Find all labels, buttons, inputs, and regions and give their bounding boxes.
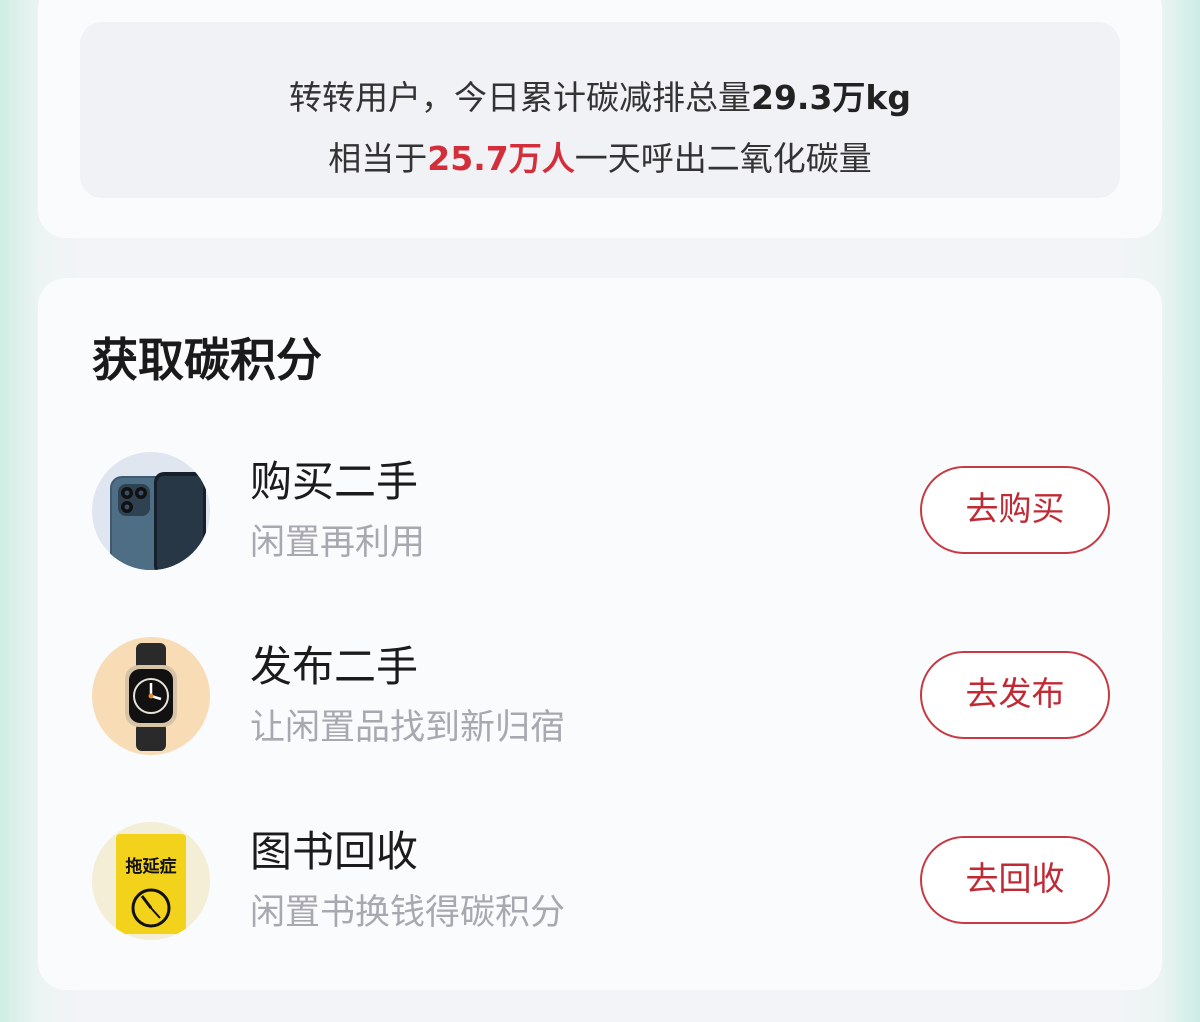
- list-item-book-recycle: 拖延症 图书回收 闲置书换钱得碳积分 去回收: [0, 820, 1200, 950]
- go-publish-button[interactable]: 去发布: [920, 651, 1110, 739]
- stats-total-value: 29.3万kg: [751, 78, 911, 117]
- watch-icon: [92, 637, 210, 755]
- item-subtitle: 闲置再利用: [250, 523, 426, 563]
- section-title: 获取碳积分: [92, 333, 322, 387]
- stats-total-label: 转转用户，今日累计碳减排总量: [289, 78, 751, 117]
- go-buy-button[interactable]: 去购买: [920, 466, 1110, 554]
- item-title: 购买二手: [250, 457, 419, 506]
- go-recycle-button[interactable]: 去回收: [920, 836, 1110, 924]
- carbon-stats-box: 转转用户，今日累计碳减排总量29.3万kg 相当于25.7万人一天呼出二氧化碳量: [80, 22, 1120, 198]
- item-title: 发布二手: [250, 642, 419, 691]
- book-icon: 拖延症: [92, 822, 210, 940]
- list-item-buy: 购买二手 闲置再利用 去购买: [0, 450, 1200, 580]
- item-subtitle: 让闲置品找到新归宿: [250, 708, 566, 748]
- stats-equivalent-prefix: 相当于: [328, 139, 428, 178]
- stats-line-total: 转转用户，今日累计碳减排总量29.3万kg: [80, 78, 1120, 118]
- phone-icon: [92, 452, 210, 570]
- svg-text:拖延症: 拖延症: [126, 856, 177, 877]
- item-title: 图书回收: [250, 827, 419, 876]
- stats-equivalent-suffix: 一天呼出二氧化碳量: [574, 139, 872, 178]
- item-subtitle: 闲置书换钱得碳积分: [250, 893, 566, 933]
- list-item-publish: 发布二手 让闲置品找到新归宿 去发布: [0, 635, 1200, 765]
- stats-equivalent-value: 25.7万人: [427, 139, 575, 178]
- stats-line-equivalent: 相当于25.7万人一天呼出二氧化碳量: [80, 139, 1120, 179]
